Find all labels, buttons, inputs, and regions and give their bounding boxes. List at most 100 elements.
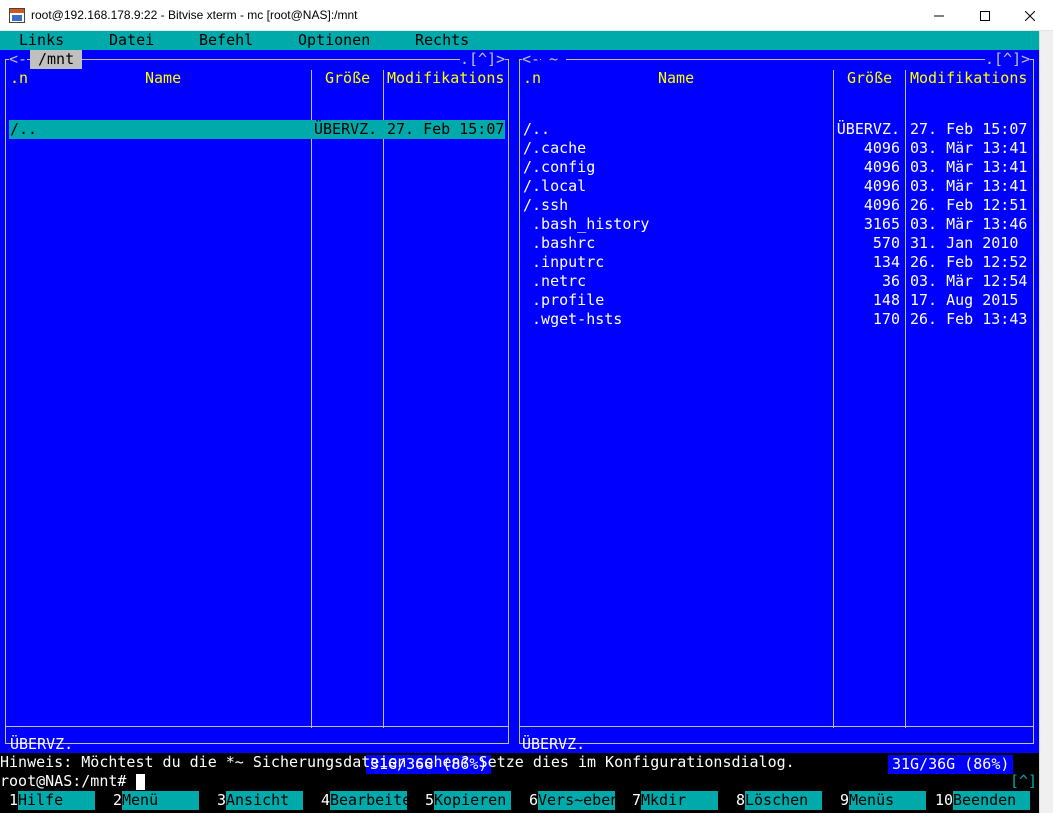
right-header-name[interactable]: Name — [658, 69, 694, 88]
close-button[interactable] — [1007, 0, 1053, 31]
file-mtime: 03. Mär 13:41 — [910, 139, 1028, 157]
right-panel-hotlist-button[interactable]: .[^]> — [985, 50, 1031, 69]
shell-prompt[interactable]: root@NAS:/mnt# — [0, 772, 1039, 791]
close-icon — [1025, 10, 1035, 21]
function-key-bar: 1 Hilfe 2 Menü 3 Ansicht 4 Bearbeiten 5 Kopieren 6… — [0, 791, 1039, 810]
right-mini-status-separator — [519, 726, 1034, 727]
fkey-label: Beenden — [953, 791, 1030, 810]
fkey-2-button[interactable]: 2 Menü — [113, 791, 208, 810]
fkey-5-button[interactable]: 5 Kopieren — [425, 791, 520, 810]
right-header-mtime[interactable]: Modifikations — [910, 69, 1027, 88]
right-file-row[interactable]: .inputrc 134 26. Feb 12:52 — [522, 253, 1029, 272]
fkey-label: Kopieren — [434, 791, 511, 810]
file-mtime: 31. Jan 2010 — [910, 234, 1019, 252]
menu-datei[interactable]: Datei — [109, 31, 154, 50]
fkey-number: 3 — [217, 791, 227, 810]
file-size: 4096 — [863, 177, 900, 195]
left-mini-status-separator — [5, 726, 509, 727]
fkey-label: Menüs — [849, 791, 926, 810]
left-col-separator — [383, 70, 384, 728]
prompt-history-button[interactable]: [^] — [1010, 772, 1037, 791]
fkey-number: 1 — [9, 791, 19, 810]
fkey-7-button[interactable]: 7 Mkdir — [632, 791, 727, 810]
right-file-row[interactable]: .netrc 36 03. Mär 12:54 — [522, 272, 1029, 291]
right-file-row[interactable]: /.ssh 4096 26. Feb 12:51 — [522, 196, 1029, 215]
file-name: .inputrc — [523, 253, 605, 271]
right-file-row[interactable]: .wget-hsts 170 26. Feb 13:43 — [522, 310, 1029, 329]
fkey-number: 5 — [425, 791, 435, 810]
file-name: .bash_history — [523, 215, 650, 233]
fkey-number: 4 — [321, 791, 331, 810]
right-mini-status: ÜBERVZ. — [522, 735, 586, 753]
fkey-label: Menü — [122, 791, 199, 810]
file-name: /.. — [10, 120, 38, 138]
right-header-size[interactable]: Größe — [847, 69, 892, 88]
minimize-icon — [934, 15, 944, 16]
window-scrollbar[interactable] — [1039, 31, 1053, 813]
maximize-icon — [980, 10, 990, 21]
file-size: 134 — [872, 253, 900, 271]
file-mtime: 17. Aug 2015 — [910, 291, 1019, 309]
menu-befehl[interactable]: Befehl — [199, 31, 253, 50]
file-mtime: 03. Mär 13:46 — [910, 215, 1028, 233]
right-panel[interactable]: <- ~ .[^]> .n Name Größe Modifikations /… — [514, 50, 1039, 774]
menu-links[interactable]: Links — [19, 31, 64, 50]
left-header-mtime[interactable]: Modifikations — [387, 69, 504, 88]
right-file-row[interactable]: .bash_history 3165 03. Mär 13:46 — [522, 215, 1029, 234]
file-size: 36 — [881, 272, 900, 290]
right-file-row[interactable]: /.local 4096 03. Mär 13:41 — [522, 177, 1029, 196]
fkey-1-button[interactable]: 1 Hilfe — [9, 791, 104, 810]
maximize-button[interactable] — [962, 0, 1008, 31]
right-file-row[interactable]: .bashrc 570 31. Jan 2010 — [522, 234, 1029, 253]
left-panel-path[interactable]: /mnt — [30, 50, 83, 69]
right-panel-path[interactable]: ~ — [541, 50, 567, 69]
window-titlebar: root@192.168.178.9:22 - Bitvise xterm - … — [0, 0, 1053, 31]
panels-area: <- /mnt .[^]> .n Name Größe Modifikation… — [0, 50, 1039, 774]
fkey-label: Bearbeiten — [330, 791, 421, 810]
right-file-row[interactable]: /.cache 4096 03. Mär 13:41 — [522, 139, 1029, 158]
right-panel-history-button[interactable]: <- — [522, 50, 541, 69]
file-mtime: 27. Feb 15:07 — [910, 120, 1028, 138]
file-name: /.ssh — [523, 196, 569, 214]
left-panel-hotlist-button[interactable]: .[^]> — [460, 50, 506, 69]
fkey-number: 9 — [840, 791, 850, 810]
left-panel[interactable]: <- /mnt .[^]> .n Name Größe Modifikation… — [0, 50, 514, 774]
fkey-9-button[interactable]: 9 Menüs — [840, 791, 935, 810]
fkey-number: 6 — [529, 791, 539, 810]
file-mtime: 27. Feb 15:07 — [387, 120, 505, 138]
fkey-8-button[interactable]: 8 Löschen — [736, 791, 831, 810]
right-file-row[interactable]: /.config 4096 03. Mär 13:41 — [522, 158, 1029, 177]
menu-optionen[interactable]: Optionen — [298, 31, 370, 50]
right-sort-indicator[interactable]: .n — [523, 69, 541, 88]
left-sort-indicator[interactable]: .n — [10, 69, 28, 88]
fkey-4-button[interactable]: 4 Bearbeiten — [321, 791, 421, 810]
fkey-label: Mkdir — [641, 791, 718, 810]
file-size: 4096 — [863, 196, 900, 214]
menu-rechts[interactable]: Rechts — [415, 31, 469, 50]
left-header-size[interactable]: Größe — [325, 69, 370, 88]
bitvise-terminal-icon — [9, 8, 25, 23]
file-mtime: 26. Feb 13:43 — [910, 310, 1028, 328]
file-size: 4096 — [863, 139, 900, 157]
left-file-row[interactable]: /.. ÜBERVZ. 27. Feb 15:07 — [9, 120, 505, 139]
right-file-row[interactable]: .profile 148 17. Aug 2015 — [522, 291, 1029, 310]
fkey-number: 8 — [736, 791, 746, 810]
terminal-area[interactable]: Links Datei Befehl Optionen Rechts <- /m… — [0, 31, 1039, 813]
fkey-label: Ansicht — [226, 791, 303, 810]
right-file-row[interactable]: /.. ÜBERVZ. 27. Feb 15:07 — [522, 120, 1029, 139]
file-mtime: 26. Feb 12:52 — [910, 253, 1028, 271]
file-name: /.. — [523, 120, 551, 138]
minimize-button[interactable] — [916, 0, 962, 31]
file-mtime: 03. Mär 12:54 — [910, 272, 1028, 290]
left-header-name[interactable]: Name — [145, 69, 181, 88]
window-title: root@192.168.178.9:22 - Bitvise xterm - … — [31, 8, 358, 22]
file-name: .netrc — [523, 272, 587, 290]
file-size: 3165 — [863, 215, 900, 233]
fkey-3-button[interactable]: 3 Ansicht — [217, 791, 312, 810]
left-panel-history-button[interactable]: <- — [9, 50, 28, 69]
text-cursor — [136, 774, 145, 790]
fkey-10-button[interactable]: 10 Beenden — [935, 791, 1039, 810]
fkey-label: Hilfe — [18, 791, 95, 810]
fkey-6-button[interactable]: 6 Vers~eben — [529, 791, 624, 810]
file-mtime: 26. Feb 12:51 — [910, 196, 1028, 214]
